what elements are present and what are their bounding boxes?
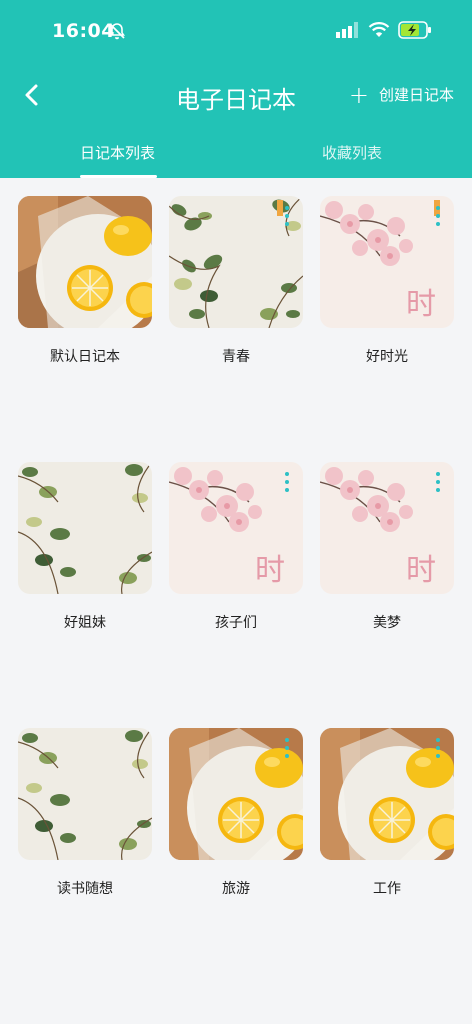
notebook-name: 青春 bbox=[222, 349, 250, 365]
notebook-card[interactable]: 好姐妹 bbox=[18, 462, 152, 632]
create-notebook-button[interactable]: + 创建日记本 bbox=[348, 80, 454, 109]
notebook-card[interactable]: 默认日记本 bbox=[18, 196, 152, 366]
more-options-icon[interactable] bbox=[285, 472, 289, 492]
notebook-name: 读书随想 bbox=[57, 881, 113, 897]
more-options-icon[interactable] bbox=[436, 206, 440, 226]
active-tab-indicator bbox=[80, 175, 157, 178]
wifi-icon bbox=[368, 22, 390, 37]
notebook-card[interactable]: 时 好时光 bbox=[320, 196, 454, 366]
notebook-cover-leaves[interactable] bbox=[18, 462, 152, 594]
app-header: 16:04 电子日记本 + 创建日记本 日记本列表 收藏列表 bbox=[0, 0, 472, 178]
notebook-card[interactable]: 时 美梦 bbox=[320, 462, 454, 632]
notebook-card[interactable]: 旅游 bbox=[169, 728, 303, 898]
notebook-cover-lemon[interactable] bbox=[169, 728, 303, 860]
notebook-name: 好时光 bbox=[366, 349, 408, 365]
plus-icon: + bbox=[348, 80, 369, 109]
notebook-cover-leaves[interactable] bbox=[18, 728, 152, 860]
more-options-icon[interactable] bbox=[436, 738, 440, 758]
notebook-card[interactable]: 青春 bbox=[169, 196, 303, 366]
tab-bar: 日记本列表 收藏列表 bbox=[0, 136, 472, 178]
svg-text:时: 时 bbox=[406, 287, 436, 322]
notebook-cover-blossom[interactable]: 时 bbox=[320, 196, 454, 328]
status-time: 16:04 bbox=[52, 20, 115, 42]
notebook-cover-blossom[interactable]: 时 bbox=[169, 462, 303, 594]
notebook-cover-blossom[interactable]: 时 bbox=[320, 462, 454, 594]
notebook-card[interactable]: 读书随想 bbox=[18, 728, 152, 898]
notebook-cover-lemon[interactable] bbox=[320, 728, 454, 860]
svg-text:时: 时 bbox=[406, 553, 436, 588]
more-options-icon[interactable] bbox=[285, 738, 289, 758]
status-icons bbox=[336, 21, 432, 39]
notebook-name: 工作 bbox=[373, 881, 401, 897]
more-options-icon[interactable] bbox=[285, 206, 289, 226]
bell-muted-icon bbox=[108, 23, 126, 40]
create-notebook-label: 创建日记本 bbox=[378, 86, 454, 104]
notebook-card[interactable]: 工作 bbox=[320, 728, 454, 898]
svg-text:时: 时 bbox=[255, 553, 285, 588]
tab-notebook-list[interactable]: 日记本列表 bbox=[80, 142, 155, 163]
notebook-cover-lemon[interactable] bbox=[18, 196, 152, 328]
notebook-name: 旅游 bbox=[222, 881, 250, 897]
tab-favorites[interactable]: 收藏列表 bbox=[322, 142, 382, 163]
notebook-name: 孩子们 bbox=[215, 615, 257, 631]
more-options-icon[interactable] bbox=[436, 472, 440, 492]
signal-icon bbox=[336, 22, 358, 38]
battery-charging-icon bbox=[398, 21, 431, 39]
notebook-card[interactable]: 时 孩子们 bbox=[169, 462, 303, 632]
notebook-name: 好姐妹 bbox=[64, 615, 106, 631]
notebook-cover-leaves[interactable] bbox=[169, 196, 303, 328]
notebook-name: 美梦 bbox=[373, 615, 401, 631]
notebook-name: 默认日记本 bbox=[50, 349, 120, 365]
